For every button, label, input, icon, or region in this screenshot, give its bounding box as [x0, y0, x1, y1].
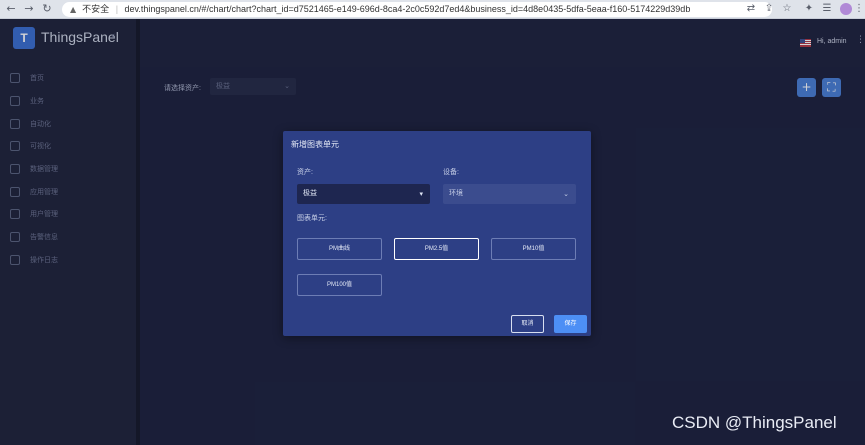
- device-label: 设备:: [443, 169, 459, 176]
- caret-down-icon: ▾: [419, 190, 423, 198]
- star-icon[interactable]: ☆: [781, 3, 793, 15]
- forward-arrow-icon[interactable]: →: [22, 2, 36, 16]
- warning-icon: ▲: [70, 5, 77, 14]
- address-bar[interactable]: ▲ 不安全 | dev.thingspanel.cn/#/chart/chart?…: [62, 2, 772, 17]
- cancel-button[interactable]: 取消: [511, 315, 544, 333]
- share-icon[interactable]: ⇪: [763, 3, 775, 15]
- asset-label: 资产:: [297, 169, 313, 176]
- reload-icon[interactable]: ↻: [40, 2, 54, 16]
- translate-icon[interactable]: ⇄: [745, 3, 757, 15]
- asset-select-value: 极益: [303, 190, 317, 197]
- back-arrow-icon[interactable]: ←: [4, 2, 18, 16]
- dialog-title: 新增图表单元: [291, 140, 339, 149]
- device-select[interactable]: 环境 ⌄: [443, 184, 576, 204]
- unit-pm-curve-button[interactable]: PM曲线: [297, 238, 382, 260]
- unit-pm10-button[interactable]: PM10值: [491, 238, 576, 260]
- browser-menu-icon[interactable]: ⋮: [853, 3, 865, 15]
- chart-units-label: 图表单元:: [297, 215, 327, 222]
- extensions-icon[interactable]: ✦: [803, 3, 815, 15]
- device-select-value: 环境: [449, 190, 463, 197]
- unit-pm100-button[interactable]: PM100值: [297, 274, 382, 296]
- chevron-down-icon: ⌄: [563, 190, 569, 198]
- url-text: dev.thingspanel.cn/#/chart/chart?chart_i…: [124, 4, 691, 14]
- security-label: 不安全: [82, 4, 110, 14]
- reading-list-icon[interactable]: ☰: [821, 3, 833, 15]
- unit-pm25-button[interactable]: PM2.5值: [394, 238, 479, 260]
- profile-avatar-icon[interactable]: [840, 3, 852, 15]
- asset-select[interactable]: 极益 ▾: [297, 184, 430, 204]
- add-chart-unit-dialog: 新增图表单元 资产: 设备: 极益 ▾ 环境 ⌄ 图表单元: PM曲线 PM2.…: [283, 131, 591, 336]
- save-button[interactable]: 保存: [554, 315, 587, 333]
- watermark: CSDN @ThingsPanel: [672, 413, 837, 432]
- browser-toolbar: ← → ↻ ▲ 不安全 | dev.thingspanel.cn/#/chart/…: [0, 0, 865, 19]
